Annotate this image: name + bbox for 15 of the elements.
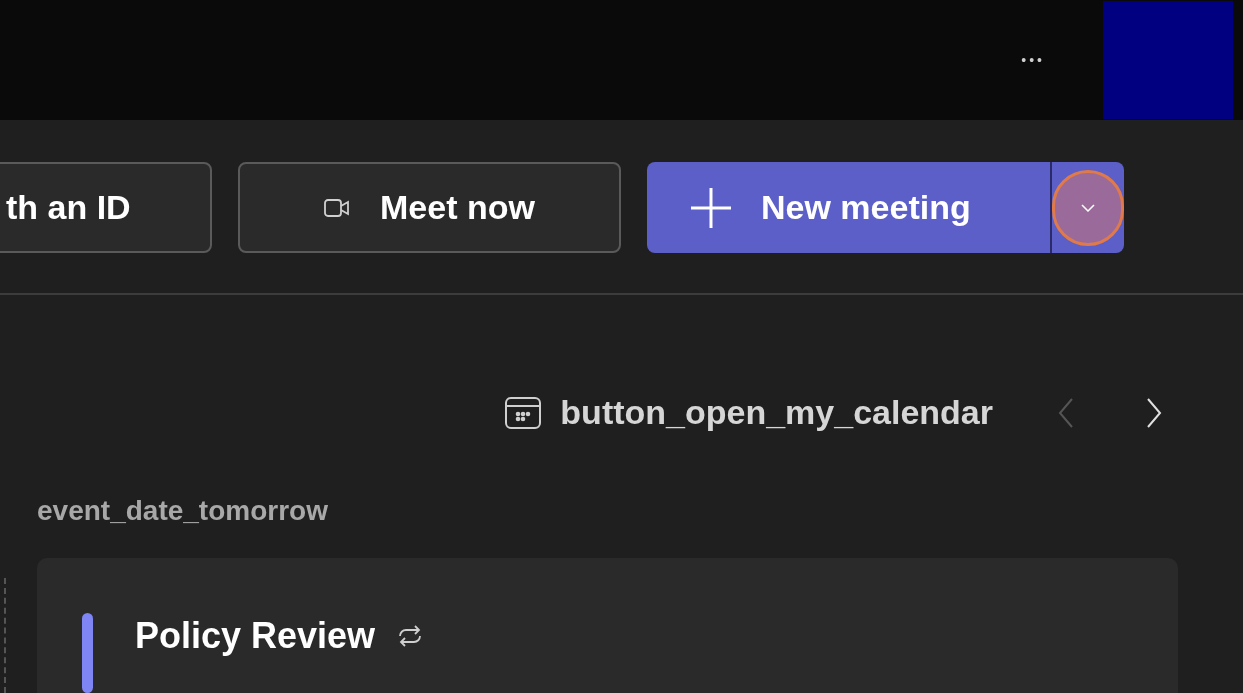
video-camera-icon — [324, 197, 351, 218]
chevron-left-icon — [1058, 396, 1074, 429]
date-heading: event_date_tomorrow — [37, 495, 328, 526]
new-meeting-button[interactable]: New meeting — [647, 162, 1050, 254]
dropdown-button[interactable] — [1052, 169, 1124, 246]
chevron-right-icon — [1146, 396, 1162, 429]
chevron-down-icon — [1081, 203, 1095, 212]
plus-icon — [689, 185, 733, 230]
open-calendar-button[interactable]: button_open_my_calendar — [560, 387, 993, 438]
more-options[interactable]: ••• — [1021, 49, 1045, 71]
event-card[interactable]: Policy Review — [37, 558, 1178, 693]
join-button[interactable]: th an ID — [0, 162, 212, 254]
meet-now-button[interactable]: Meet now — [238, 162, 621, 254]
calendar-icon — [504, 395, 543, 430]
event-title: Policy Review — [135, 613, 376, 658]
